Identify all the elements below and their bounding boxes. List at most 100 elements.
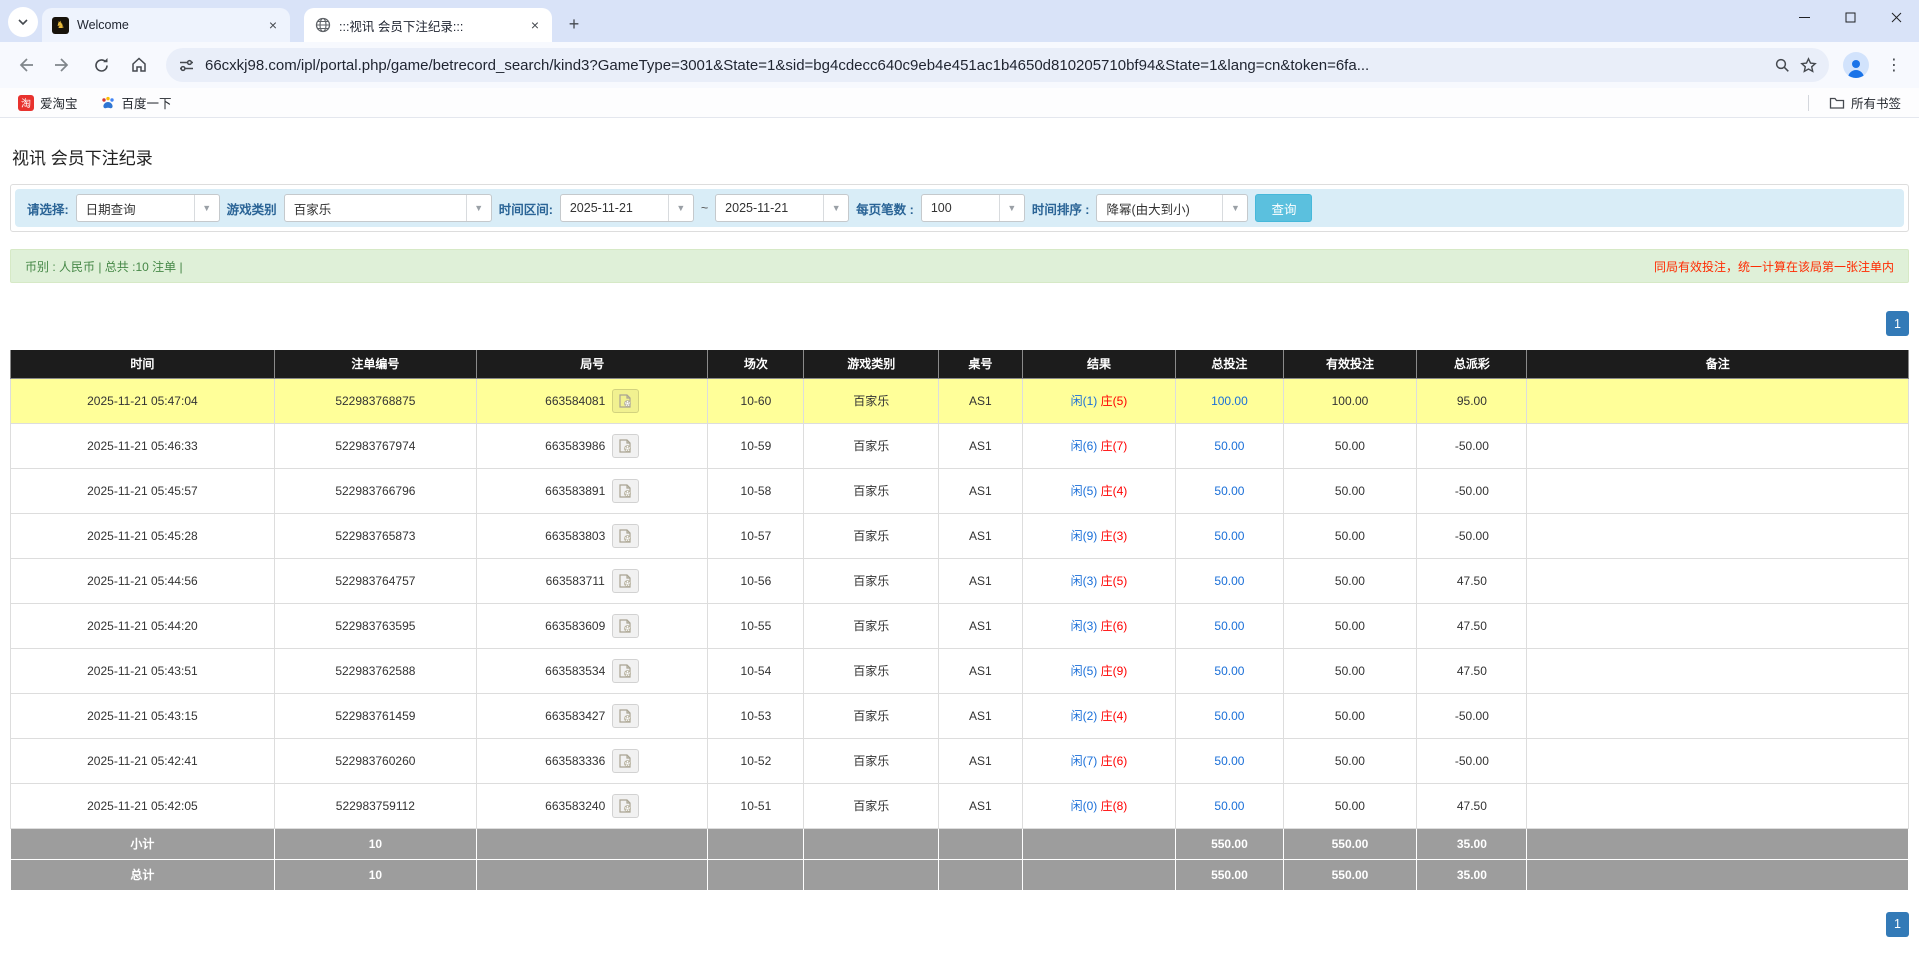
total-bet-link[interactable]: 50.00 [1214,799,1244,813]
total-bet-link[interactable]: 50.00 [1214,709,1244,723]
total-bet-link[interactable]: 50.00 [1214,439,1244,453]
date-from-dropdown[interactable]: 2025-11-21 ▼ [560,194,694,222]
video-replay-icon [618,754,633,768]
chevron-down-icon: ▼ [1222,195,1247,221]
star-icon[interactable] [1800,57,1817,74]
col-bet-id: 注单编号 [274,350,476,378]
maximize-button[interactable] [1827,0,1873,34]
video-replay-button[interactable] [612,389,639,413]
cell-table-no: AS1 [939,603,1023,648]
cell-session: 10-57 [708,513,804,558]
cell-round-id: 663583803 [545,529,605,543]
video-replay-button[interactable] [612,749,639,773]
page-1-button[interactable]: 1 [1886,912,1909,937]
video-replay-button[interactable] [612,434,639,458]
cell-time: 2025-11-21 05:47:04 [11,378,275,423]
total-bet-link[interactable]: 50.00 [1214,754,1244,768]
minimize-button[interactable] [1781,0,1827,34]
profile-button[interactable] [1839,48,1873,82]
date-range-label: 时间区间: [499,199,553,218]
page-1-button[interactable]: 1 [1886,311,1909,336]
col-payout: 总派彩 [1417,350,1527,378]
cell-time: 2025-11-21 05:43:15 [11,693,275,738]
chevron-down-icon: ▼ [999,195,1024,221]
close-icon[interactable]: × [526,16,544,34]
total-bet-link[interactable]: 50.00 [1214,529,1244,543]
video-replay-button[interactable] [612,569,639,593]
col-game-type: 游戏类别 [804,350,939,378]
cell-remark [1527,783,1909,828]
video-replay-button[interactable] [612,479,639,503]
tab-welcome[interactable]: ♞ Welcome × [42,8,290,42]
query-type-dropdown[interactable]: 日期查询 ▼ [76,194,220,222]
tilde-separator: ~ [701,201,708,215]
table-body: 2025-11-21 05:47:04 522983768875 6635840… [11,378,1909,828]
video-replay-button[interactable] [612,614,639,638]
date-from-value: 2025-11-21 [561,195,668,221]
total-payout: 35.00 [1417,859,1527,890]
summary-currency-count: 币别 : 人民币 | 总共 :10 注单 | [25,258,183,275]
total-bet-link[interactable]: 50.00 [1214,574,1244,588]
result-player: 闲(5) [1071,664,1101,678]
cell-bet-id: 522983762588 [274,648,476,693]
col-time: 时间 [11,350,275,378]
query-button[interactable]: 查询 [1255,194,1312,222]
bookmarks-bar: 淘 爱淘宝 百度一下 所有书签 [0,88,1919,118]
back-button[interactable] [8,48,42,82]
video-replay-button[interactable] [612,659,639,683]
close-window-button[interactable] [1873,0,1919,34]
forward-button[interactable] [46,48,80,82]
chevron-down-icon: ▼ [668,195,693,221]
total-bet-link[interactable]: 50.00 [1214,484,1244,498]
tab-search-button[interactable] [8,7,38,37]
pagination-top: 1 [10,311,1909,337]
cell-game-type: 百家乐 [804,468,939,513]
cell-time: 2025-11-21 05:44:20 [11,603,275,648]
video-replay-button[interactable] [612,524,639,548]
per-page-label: 每页笔数 : [856,199,914,218]
url-text[interactable]: 66cxkj98.com/ipl/portal.php/game/betreco… [205,57,1764,74]
cell-table-no: AS1 [939,468,1023,513]
cell-payout: 47.50 [1417,558,1527,603]
cell-payout: -50.00 [1417,468,1527,513]
sort-dropdown[interactable]: 降幂(由大到小) ▼ [1096,194,1248,222]
bookmark-baidu[interactable]: 百度一下 [92,90,180,115]
video-replay-button[interactable] [612,704,639,728]
home-button[interactable] [122,48,156,82]
per-page-dropdown[interactable]: 100 ▼ [921,194,1025,222]
video-replay-button[interactable] [612,794,639,818]
cell-game-type: 百家乐 [804,603,939,648]
table-row: 2025-11-21 05:42:41 522983760260 6635833… [11,738,1909,783]
video-replay-icon [618,664,633,678]
table-row: 2025-11-21 05:44:20 522983763595 6635836… [11,603,1909,648]
site-settings-icon[interactable] [178,57,195,74]
table-row: 2025-11-21 05:45:28 522983765873 6635838… [11,513,1909,558]
new-tab-button[interactable]: + [560,10,588,38]
cell-table-no: AS1 [939,783,1023,828]
reload-button[interactable] [84,48,118,82]
search-icon[interactable] [1774,57,1790,73]
menu-kebab-icon[interactable]: ⋮ [1877,48,1911,82]
total-bet-link[interactable]: 100.00 [1211,394,1248,408]
total-bet-link[interactable]: 50.00 [1214,664,1244,678]
cell-remark [1527,738,1909,783]
cell-game-type: 百家乐 [804,378,939,423]
cell-remark [1527,648,1909,693]
taobao-icon: 淘 [18,95,34,111]
tab-betrecord[interactable]: :::视讯 会员下注纪录::: × [304,8,552,42]
url-bar[interactable]: 66cxkj98.com/ipl/portal.php/game/betreco… [166,48,1829,82]
total-total-bet: 550.00 [1176,859,1283,890]
reload-icon [93,57,110,74]
result-banker: 庄(5) [1101,394,1128,408]
game-type-dropdown[interactable]: 百家乐 ▼ [284,194,492,222]
cell-payout: -50.00 [1417,513,1527,558]
all-bookmarks-button[interactable]: 所有书签 [1821,90,1909,115]
total-bet-link[interactable]: 50.00 [1214,619,1244,633]
cell-bet-id: 522983760260 [274,738,476,783]
cell-round-id: 663583891 [545,484,605,498]
close-icon[interactable]: × [264,16,282,34]
cell-bet-id: 522983759112 [274,783,476,828]
bookmark-taobao[interactable]: 淘 爱淘宝 [10,90,86,115]
date-to-dropdown[interactable]: 2025-11-21 ▼ [715,194,849,222]
cell-remark [1527,603,1909,648]
